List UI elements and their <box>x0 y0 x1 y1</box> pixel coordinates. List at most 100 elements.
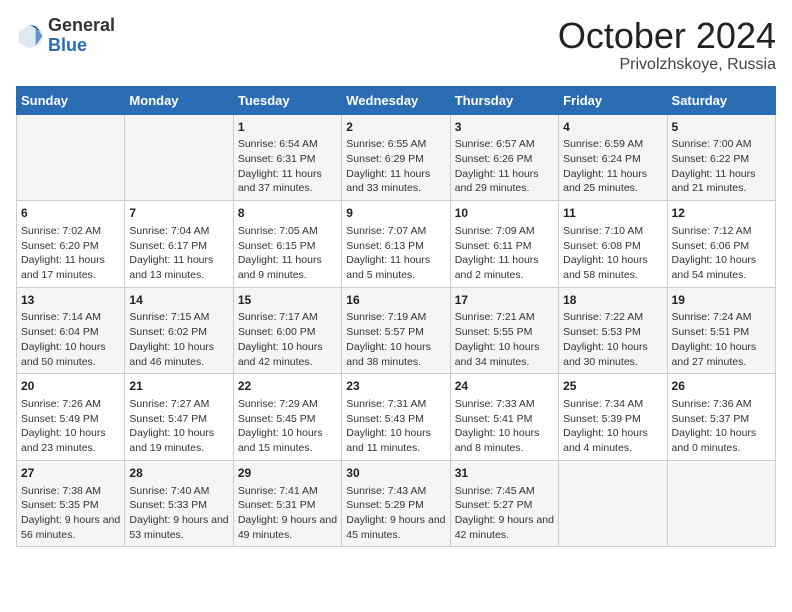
logo-text: General Blue <box>48 16 115 56</box>
logo-blue: Blue <box>48 36 115 56</box>
day-number: 15 <box>238 292 337 309</box>
day-number: 29 <box>238 465 337 482</box>
day-info: Sunrise: 7:14 AM Sunset: 6:04 PM Dayligh… <box>21 310 120 369</box>
day-number: 11 <box>563 205 662 222</box>
calendar-cell: 7 Sunrise: 7:04 AM Sunset: 6:17 PM Daylig… <box>125 201 233 288</box>
calendar-cell <box>559 460 667 547</box>
day-info: Sunrise: 7:21 AM Sunset: 5:55 PM Dayligh… <box>455 310 554 369</box>
day-number: 28 <box>129 465 228 482</box>
day-info: Sunrise: 7:36 AM Sunset: 5:37 PM Dayligh… <box>672 397 771 456</box>
calendar-cell: 30 Sunrise: 7:43 AM Sunset: 5:29 PM Dayli… <box>342 460 450 547</box>
calendar-cell <box>17 114 125 201</box>
calendar-cell: 12 Sunrise: 7:12 AM Sunset: 6:06 PM Dayli… <box>667 201 775 288</box>
calendar-row: 6 Sunrise: 7:02 AM Sunset: 6:20 PM Daylig… <box>17 201 776 288</box>
day-info: Sunrise: 7:40 AM Sunset: 5:33 PM Dayligh… <box>129 484 228 543</box>
day-number: 13 <box>21 292 120 309</box>
day-number: 31 <box>455 465 554 482</box>
calendar-cell: 10 Sunrise: 7:09 AM Sunset: 6:11 PM Dayli… <box>450 201 558 288</box>
day-number: 22 <box>238 378 337 395</box>
calendar-cell: 27 Sunrise: 7:38 AM Sunset: 5:35 PM Dayli… <box>17 460 125 547</box>
day-number: 7 <box>129 205 228 222</box>
day-number: 18 <box>563 292 662 309</box>
month-title: October 2024 <box>558 16 776 56</box>
calendar-cell: 5Sunrise: 7:00 AM Sunset: 6:22 PM Daylig… <box>667 114 775 201</box>
calendar-cell: 23Sunrise: 7:31 AM Sunset: 5:43 PM Dayli… <box>342 374 450 461</box>
day-info: Sunrise: 6:59 AM Sunset: 6:24 PM Dayligh… <box>563 137 662 196</box>
calendar-cell: 22 Sunrise: 7:29 AM Sunset: 5:45 PM Dayli… <box>233 374 341 461</box>
calendar-row: 1Sunrise: 6:54 AM Sunset: 6:31 PM Daylig… <box>17 114 776 201</box>
calendar-cell: 3Sunrise: 6:57 AM Sunset: 6:26 PM Daylig… <box>450 114 558 201</box>
calendar-cell: 14Sunrise: 7:15 AM Sunset: 6:02 PM Dayli… <box>125 287 233 374</box>
calendar-cell: 8Sunrise: 7:05 AM Sunset: 6:15 PM Daylig… <box>233 201 341 288</box>
day-number: 5 <box>672 119 771 136</box>
calendar-cell: 2Sunrise: 6:55 AM Sunset: 6:29 PM Daylig… <box>342 114 450 201</box>
day-info: Sunrise: 7:15 AM Sunset: 6:02 PM Dayligh… <box>129 310 228 369</box>
day-info: Sunrise: 7:04 AM Sunset: 6:17 PM Dayligh… <box>129 224 228 283</box>
day-number: 25 <box>563 378 662 395</box>
weekday-header: Saturday <box>667 86 775 114</box>
calendar-header: SundayMondayTuesdayWednesdayThursdayFrid… <box>17 86 776 114</box>
weekday-header: Monday <box>125 86 233 114</box>
calendar-cell <box>125 114 233 201</box>
day-info: Sunrise: 7:07 AM Sunset: 6:13 PM Dayligh… <box>346 224 445 283</box>
day-info: Sunrise: 7:17 AM Sunset: 6:00 PM Dayligh… <box>238 310 337 369</box>
calendar-cell: 9 Sunrise: 7:07 AM Sunset: 6:13 PM Daylig… <box>342 201 450 288</box>
day-info: Sunrise: 7:43 AM Sunset: 5:29 PM Dayligh… <box>346 484 445 543</box>
day-number: 9 <box>346 205 445 222</box>
calendar-cell: 20Sunrise: 7:26 AM Sunset: 5:49 PM Dayli… <box>17 374 125 461</box>
calendar-table: SundayMondayTuesdayWednesdayThursdayFrid… <box>16 86 776 548</box>
calendar-cell: 21 Sunrise: 7:27 AM Sunset: 5:47 PM Dayli… <box>125 374 233 461</box>
day-info: Sunrise: 7:38 AM Sunset: 5:35 PM Dayligh… <box>21 484 120 543</box>
calendar-cell: 15Sunrise: 7:17 AM Sunset: 6:00 PM Dayli… <box>233 287 341 374</box>
day-info: Sunrise: 7:45 AM Sunset: 5:27 PM Dayligh… <box>455 484 554 543</box>
day-info: Sunrise: 7:34 AM Sunset: 5:39 PM Dayligh… <box>563 397 662 456</box>
day-number: 26 <box>672 378 771 395</box>
day-info: Sunrise: 7:24 AM Sunset: 5:51 PM Dayligh… <box>672 310 771 369</box>
day-number: 12 <box>672 205 771 222</box>
day-number: 30 <box>346 465 445 482</box>
day-number: 4 <box>563 119 662 136</box>
calendar-cell: 11 Sunrise: 7:10 AM Sunset: 6:08 PM Dayli… <box>559 201 667 288</box>
day-number: 17 <box>455 292 554 309</box>
day-number: 6 <box>21 205 120 222</box>
day-number: 23 <box>346 378 445 395</box>
day-info: Sunrise: 7:22 AM Sunset: 5:53 PM Dayligh… <box>563 310 662 369</box>
day-info: Sunrise: 7:09 AM Sunset: 6:11 PM Dayligh… <box>455 224 554 283</box>
day-number: 10 <box>455 205 554 222</box>
calendar-cell: 31 Sunrise: 7:45 AM Sunset: 5:27 PM Dayli… <box>450 460 558 547</box>
calendar-cell: 17Sunrise: 7:21 AM Sunset: 5:55 PM Dayli… <box>450 287 558 374</box>
day-number: 2 <box>346 119 445 136</box>
location: Privolzhskoye, Russia <box>558 56 776 74</box>
weekday-header: Wednesday <box>342 86 450 114</box>
day-number: 1 <box>238 119 337 136</box>
day-info: Sunrise: 7:12 AM Sunset: 6:06 PM Dayligh… <box>672 224 771 283</box>
calendar-cell: 1Sunrise: 6:54 AM Sunset: 6:31 PM Daylig… <box>233 114 341 201</box>
header-row: SundayMondayTuesdayWednesdayThursdayFrid… <box>17 86 776 114</box>
weekday-header: Tuesday <box>233 86 341 114</box>
logo-general: General <box>48 16 115 36</box>
generalblue-icon <box>16 22 44 50</box>
weekday-header: Thursday <box>450 86 558 114</box>
weekday-header: Sunday <box>17 86 125 114</box>
day-info: Sunrise: 7:00 AM Sunset: 6:22 PM Dayligh… <box>672 137 771 196</box>
day-info: Sunrise: 7:02 AM Sunset: 6:20 PM Dayligh… <box>21 224 120 283</box>
logo: General Blue <box>16 16 115 56</box>
calendar-row: 13Sunrise: 7:14 AM Sunset: 6:04 PM Dayli… <box>17 287 776 374</box>
day-number: 27 <box>21 465 120 482</box>
day-info: Sunrise: 6:55 AM Sunset: 6:29 PM Dayligh… <box>346 137 445 196</box>
day-info: Sunrise: 7:10 AM Sunset: 6:08 PM Dayligh… <box>563 224 662 283</box>
title-block: October 2024 Privolzhskoye, Russia <box>558 16 776 74</box>
day-info: Sunrise: 6:54 AM Sunset: 6:31 PM Dayligh… <box>238 137 337 196</box>
day-info: Sunrise: 7:26 AM Sunset: 5:49 PM Dayligh… <box>21 397 120 456</box>
day-number: 16 <box>346 292 445 309</box>
calendar-cell: 28 Sunrise: 7:40 AM Sunset: 5:33 PM Dayli… <box>125 460 233 547</box>
day-info: Sunrise: 7:19 AM Sunset: 5:57 PM Dayligh… <box>346 310 445 369</box>
calendar-cell: 24Sunrise: 7:33 AM Sunset: 5:41 PM Dayli… <box>450 374 558 461</box>
day-info: Sunrise: 6:57 AM Sunset: 6:26 PM Dayligh… <box>455 137 554 196</box>
calendar-body: 1Sunrise: 6:54 AM Sunset: 6:31 PM Daylig… <box>17 114 776 547</box>
day-info: Sunrise: 7:29 AM Sunset: 5:45 PM Dayligh… <box>238 397 337 456</box>
page-header: General Blue October 2024 Privolzhskoye,… <box>16 16 776 74</box>
day-number: 21 <box>129 378 228 395</box>
day-info: Sunrise: 7:27 AM Sunset: 5:47 PM Dayligh… <box>129 397 228 456</box>
day-number: 8 <box>238 205 337 222</box>
